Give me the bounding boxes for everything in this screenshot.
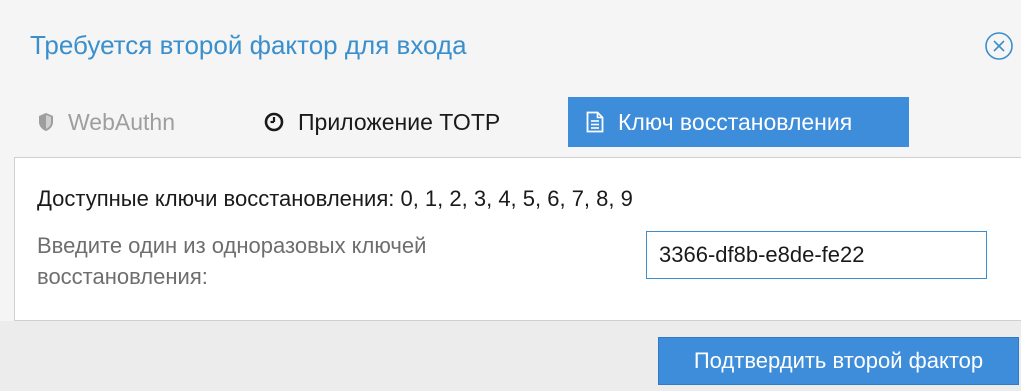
document-icon	[586, 111, 604, 133]
clock-icon	[264, 112, 284, 132]
close-icon[interactable]	[984, 31, 1014, 61]
recovery-key-field-label: Введите один из одноразовых ключей восст…	[37, 233, 427, 289]
dialog-title: Требуется второй фактор для входа	[30, 30, 467, 60]
available-keys-text: Доступные ключи восстановления: 0, 1, 2,…	[37, 186, 633, 211]
tab-recovery-key-label: Ключ восстановления	[618, 108, 853, 135]
tab-webauthn-label: WebAuthn	[68, 108, 175, 135]
tab-totp-label: Приложение TOTP	[298, 108, 501, 135]
dialog-header: Требуется второй фактор для входа	[0, 0, 1021, 92]
tab-recovery-key[interactable]: Ключ восстановления	[568, 97, 909, 147]
dialog-footer: Подтвердить второй фактор	[0, 321, 1021, 391]
shield-icon	[38, 112, 54, 132]
confirm-second-factor-button[interactable]: Подтвердить второй фактор	[658, 337, 1019, 385]
recovery-key-input[interactable]	[646, 231, 987, 279]
tab-webauthn[interactable]: WebAuthn	[38, 97, 175, 147]
recovery-key-panel: Доступные ключи восстановления: 0, 1, 2,…	[14, 157, 1021, 321]
tab-bar: WebAuthn Приложение TOTP Ключ восстановл…	[0, 92, 1021, 158]
tab-totp[interactable]: Приложение TOTP	[264, 97, 500, 147]
second-factor-dialog: Требуется второй фактор для входа WebAut…	[0, 0, 1021, 391]
